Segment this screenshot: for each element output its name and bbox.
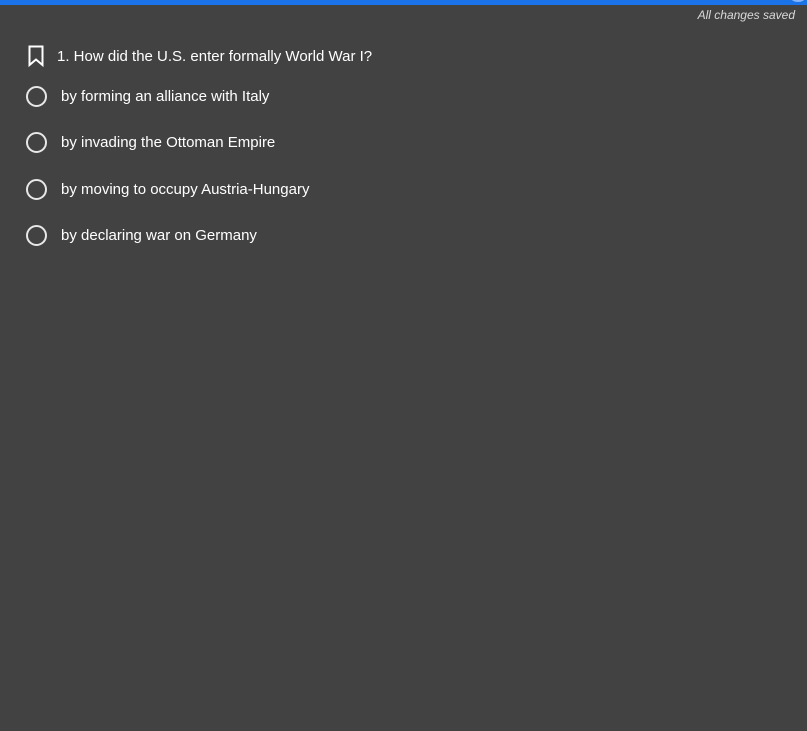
answer-option-3[interactable]: by moving to occupy Austria-Hungary (26, 177, 309, 201)
answer-option-2[interactable]: by invading the Ottoman Empire (26, 130, 275, 154)
question-header: 1. How did the U.S. enter formally World… (28, 44, 372, 68)
radio-button[interactable] (26, 131, 47, 153)
bookmark-icon[interactable] (28, 45, 44, 67)
save-status: All changes saved (697, 8, 795, 22)
answer-option-label: by declaring war on Germany (61, 226, 257, 244)
question-text: 1. How did the U.S. enter formally World… (57, 47, 373, 65)
answer-option-4[interactable]: by declaring war on Germany (26, 223, 257, 247)
top-progress-bar (0, 0, 807, 5)
answer-option-label: by forming an alliance with Italy (61, 87, 270, 105)
top-bar-indicator (791, 0, 805, 2)
answer-option-label: by moving to occupy Austria-Hungary (61, 180, 310, 198)
radio-button[interactable] (26, 178, 47, 200)
radio-button[interactable] (26, 224, 47, 246)
answer-option-1[interactable]: by forming an alliance with Italy (26, 84, 269, 108)
answer-option-label: by invading the Ottoman Empire (61, 133, 276, 151)
radio-button[interactable] (26, 85, 47, 107)
